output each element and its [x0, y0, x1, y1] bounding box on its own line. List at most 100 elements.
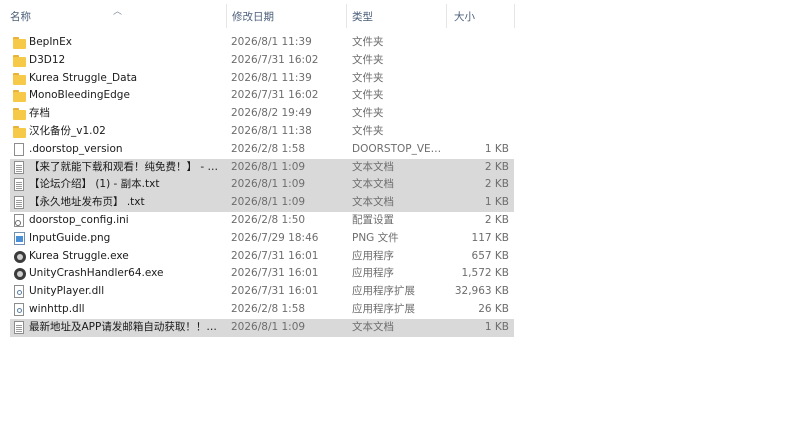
file-name: 汉化备份_v1.02 [29, 124, 106, 137]
image-file-icon [13, 231, 26, 246]
file-modified-date: 2026/8/1 11:38 [231, 124, 312, 137]
file-type: DOORSTOP_VER... [352, 142, 444, 155]
file-size: 1 KB [484, 142, 509, 155]
file-name: 【论坛介绍】 (1) - 副本.txt [29, 178, 160, 191]
file-row[interactable]: UnityPlayer.dll 2026/7/31 16:01 应用程序扩展 32,9… [10, 283, 514, 301]
file-modified-date: 2026/8/1 1:09 [231, 196, 306, 209]
file-name: .doorstop_version [29, 142, 123, 155]
column-header-bar: 名称 ︿ 修改日期 类型 大小 [0, 0, 516, 32]
file-row[interactable]: Kurea Struggle_Data 2026/8/1 11:39 文件夹 [10, 70, 514, 88]
file-name: 【永久地址发布页】 .txt [29, 196, 145, 209]
file-row[interactable]: winhttp.dll 2026/2/8 1:58 应用程序扩展 26 KB [10, 301, 514, 319]
file-name: InputGuide.png [29, 231, 111, 244]
file-type: 文件夹 [352, 53, 384, 66]
file-modified-date: 2026/2/8 1:58 [231, 302, 306, 315]
file-modified-date: 2026/8/2 19:49 [231, 107, 312, 120]
file-name: 存档 [29, 107, 50, 120]
file-type: 文件夹 [352, 71, 384, 84]
file-name: BepInEx [29, 36, 72, 48]
column-divider[interactable] [514, 4, 515, 28]
file-modified-date: 2026/7/31 16:02 [231, 89, 319, 102]
file-type: 文件夹 [352, 36, 384, 48]
unity-exe-icon [13, 250, 26, 264]
file-modified-date: 2026/7/31 16:01 [231, 285, 319, 298]
file-type: 应用程序扩展 [352, 285, 415, 298]
file-type: 文件夹 [352, 89, 384, 102]
dll-file-icon [13, 302, 26, 317]
folder-icon [13, 107, 26, 121]
file-row[interactable]: 【来了就能下载和观看！纯免费！】 - 副... 2026/8/1 1:09 文本文档… [10, 158, 514, 177]
file-type: 应用程序 [352, 249, 394, 262]
text-file-icon [13, 160, 26, 175]
text-file-icon [13, 196, 26, 210]
file-row[interactable]: BepInEx 2026/8/1 11:39 文件夹 [10, 34, 514, 52]
file-size: 26 KB [478, 302, 509, 315]
file-size: 1,572 KB [461, 267, 510, 280]
folder-icon [13, 36, 26, 50]
file-type: 文本文档 [352, 178, 394, 191]
file-modified-date: 2026/7/31 16:02 [231, 53, 319, 66]
file-name: Kurea Struggle_Data [29, 71, 138, 84]
file-size: 32,963 KB [454, 285, 509, 298]
file-type: PNG 文件 [352, 231, 399, 244]
file-name: winhttp.dll [29, 302, 85, 315]
column-header-modified[interactable]: 修改日期 [222, 0, 344, 32]
file-name: UnityCrashHandler64.exe [29, 267, 164, 280]
file-type: 配置设置 [352, 213, 394, 226]
file-modified-date: 2026/8/1 1:09 [231, 160, 306, 173]
file-size: 117 KB [471, 231, 509, 244]
file-modified-date: 2026/8/1 11:39 [231, 36, 312, 48]
file-row[interactable]: .doorstop_version 2026/2/8 1:58 DOORSTOP_V… [10, 141, 514, 159]
file-name: Kurea Struggle.exe [29, 249, 129, 262]
file-type: 应用程序扩展 [352, 302, 415, 315]
config-file-icon [13, 213, 26, 228]
file-size: 2 KB [484, 213, 509, 226]
file-name: MonoBleedingEdge [29, 89, 130, 102]
sort-ascending-icon: ︿ [113, 7, 123, 17]
file-type: 文本文档 [352, 196, 394, 209]
file-icon [13, 142, 26, 157]
file-size: 1 KB [484, 196, 509, 209]
file-name: doorstop_config.ini [29, 213, 129, 226]
file-modified-date: 2026/8/1 1:09 [231, 178, 306, 191]
file-row[interactable]: D3D12 2026/7/31 16:02 文件夹 [10, 52, 514, 70]
text-file-icon [13, 178, 26, 192]
column-header-size[interactable]: 大小 [444, 0, 514, 32]
dll-file-icon [13, 285, 26, 299]
file-row[interactable]: doorstop_config.ini 2026/2/8 1:50 配置设置 2 KB [10, 212, 514, 230]
file-size: 2 KB [484, 178, 509, 191]
file-name: 最新地址及APP请发邮箱自动获取！！！... [29, 320, 225, 333]
file-size: 2 KB [484, 160, 509, 173]
file-type: 文本文档 [352, 320, 394, 333]
file-row[interactable]: InputGuide.png 2026/7/29 18:46 PNG 文件 117 K… [10, 230, 514, 248]
file-row[interactable]: MonoBleedingEdge 2026/7/31 16:02 文件夹 [10, 87, 514, 105]
file-row[interactable]: UnityCrashHandler64.exe 2026/7/31 16:01 应用… [10, 265, 514, 283]
file-name: UnityPlayer.dll [29, 285, 105, 298]
file-type: 文本文档 [352, 160, 394, 173]
file-size: 1 KB [484, 320, 509, 333]
file-row[interactable]: 最新地址及APP请发邮箱自动获取！！！... 2026/8/1 1:09 文本文档 1… [10, 318, 514, 337]
file-type: 应用程序 [352, 267, 394, 280]
file-modified-date: 2026/7/31 16:01 [231, 267, 319, 280]
file-row[interactable]: Kurea Struggle.exe 2026/7/31 16:01 应用程序 657… [10, 248, 514, 266]
file-modified-date: 2026/8/1 1:09 [231, 320, 306, 333]
file-row[interactable]: 【永久地址发布页】 .txt 2026/8/1 1:09 文本文档 1 KB [10, 194, 514, 212]
file-list: BepInEx 2026/8/1 11:39 文件夹 D3D12 2026/7/31 1… [10, 34, 514, 337]
folder-icon [13, 89, 26, 103]
unity-exe-icon [13, 267, 26, 281]
file-modified-date: 2026/8/1 11:39 [231, 71, 312, 84]
file-type: 文件夹 [352, 107, 384, 120]
folder-icon [13, 72, 26, 86]
folder-icon [13, 125, 26, 139]
column-header-type[interactable]: 类型 [342, 0, 446, 32]
file-modified-date: 2026/7/31 16:01 [231, 249, 319, 262]
file-modified-date: 2026/2/8 1:50 [231, 213, 306, 226]
file-name: D3D12 [29, 53, 66, 66]
file-row[interactable]: 【论坛介绍】 (1) - 副本.txt 2026/8/1 1:09 文本文档 2 KB [10, 176, 514, 195]
file-size: 657 KB [471, 249, 509, 262]
file-name: 【来了就能下载和观看！纯免费！】 - 副... [29, 160, 225, 173]
file-row[interactable]: 汉化备份_v1.02 2026/8/1 11:38 文件夹 [10, 123, 514, 141]
file-modified-date: 2026/2/8 1:58 [231, 142, 306, 155]
file-row[interactable]: 存档 2026/8/2 19:49 文件夹 [10, 105, 514, 123]
folder-icon [13, 54, 26, 68]
